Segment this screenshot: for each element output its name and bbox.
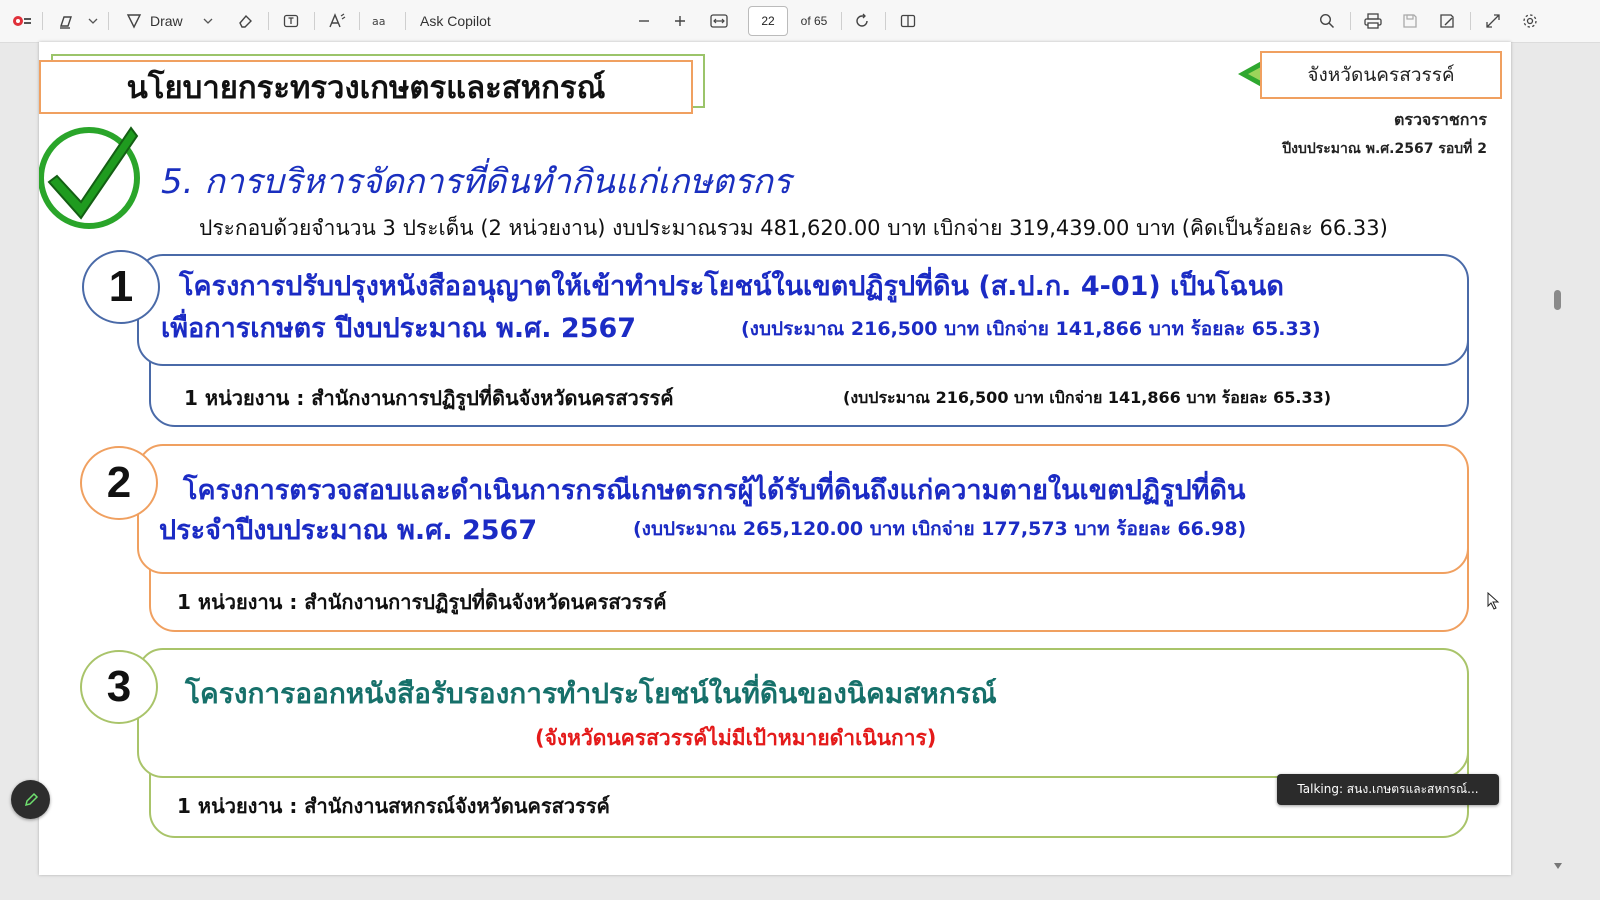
toolbar-divider — [405, 12, 406, 30]
page-number-input[interactable] — [748, 6, 788, 36]
talking-indicator: Talking: สนง.เกษตรและสหกรณ์... — [1277, 774, 1499, 805]
ask-copilot-label: Ask Copilot — [420, 13, 491, 29]
translate-icon[interactable]: aa — [370, 0, 394, 42]
draw-button[interactable]: Draw — [150, 0, 194, 42]
zoom-out-icon[interactable] — [634, 0, 654, 42]
page-total: of 65 — [800, 14, 828, 28]
fit-width-icon[interactable] — [707, 0, 731, 42]
policy-title: นโยบายกระทรวงเกษตรและสหกรณ์ — [126, 70, 606, 106]
scroll-down-arrow-icon[interactable] — [1553, 862, 1563, 870]
rotate-icon[interactable] — [851, 0, 873, 42]
settings-gear-icon[interactable] — [1519, 0, 1541, 42]
eraser-icon[interactable] — [234, 0, 256, 42]
highlight-icon[interactable] — [56, 0, 76, 42]
fiscal-round-label: ปีงบประมาณ พ.ศ.2567 รอบที่ 2 — [1282, 141, 1487, 157]
pen-icon — [24, 792, 38, 806]
annotate-pen-button[interactable] — [11, 780, 50, 819]
toolbar-divider — [268, 12, 269, 30]
section-summary: ประกอบด้วยจำนวน 3 ประเด็น (2 หน่วยงาน) ง… — [199, 216, 1388, 240]
item-1-number: 1 — [82, 250, 160, 324]
save-as-icon[interactable] — [1436, 0, 1458, 42]
zoom-in-icon[interactable] — [670, 0, 690, 42]
inspection-label: ตรวจราชการ — [1393, 110, 1487, 129]
text-size-icon[interactable] — [326, 0, 348, 42]
read-aloud-icon[interactable] — [10, 0, 34, 42]
save-icon[interactable] — [1399, 0, 1421, 42]
policy-title-box: นโยบายกระทรวงเกษตรและสหกรณ์ — [39, 60, 693, 114]
scrollbar-thumb[interactable] — [1554, 290, 1561, 310]
pdf-page: นโยบายกระทรวงเกษตรและสหกรณ์ จังหวัดนครสว… — [39, 42, 1511, 875]
pdf-toolbar: Draw aa Ask Copilot of 65 — [0, 0, 1600, 43]
ask-copilot-button[interactable]: Ask Copilot — [420, 0, 500, 42]
expand-icon[interactable] — [1482, 0, 1504, 42]
item-1-agency: 1 หน่วยงาน : สำนักงานการปฏิรูปที่ดินจังห… — [184, 386, 674, 410]
draw-icon[interactable] — [124, 0, 144, 42]
item-1-title-line1: โครงการปรับปรุงหนังสืออนุญาตให้เข้าทำประ… — [179, 271, 1284, 302]
toolbar-divider — [42, 12, 43, 30]
item-2-title-line2: ประจำปีงบประมาณ พ.ศ. 2567 — [159, 515, 538, 546]
toolbar-divider — [108, 12, 109, 30]
item-2-budget: (งบประมาณ 265,120.00 บาท เบิกจ่าย 177,57… — [633, 518, 1247, 540]
toolbar-divider — [314, 12, 315, 30]
province-label: จังหวัดนครสวรรค์ — [1260, 51, 1502, 99]
item-1-agency-budget: (งบประมาณ 216,500 บาท เบิกจ่าย 141,866 บ… — [843, 388, 1332, 407]
vertical-scrollbar[interactable] — [1552, 42, 1566, 875]
toolbar-divider — [359, 12, 360, 30]
item-3-number: 3 — [80, 650, 158, 724]
item-3-note: (จังหวัดนครสวรรค์ไม่มีเป้าหมายดำเนินการ) — [535, 726, 937, 750]
print-icon[interactable] — [1362, 0, 1384, 42]
page-view-icon[interactable] — [897, 0, 919, 42]
item-1-title-line2: เพื่อการเกษตร ปีงบประมาณ พ.ศ. 2567 — [161, 313, 637, 344]
mouse-cursor-icon — [1487, 592, 1500, 610]
search-icon[interactable] — [1316, 0, 1338, 42]
chevron-down-icon[interactable] — [201, 0, 215, 42]
toolbar-divider — [1470, 12, 1471, 30]
item-3-title: โครงการออกหนังสือรับรองการทำประโยชน์ในที… — [185, 677, 997, 710]
item-3-agency: 1 หน่วยงาน : สำนักงานสหกรณ์จังหวัดนครสวร… — [177, 794, 610, 818]
toolbar-divider — [1350, 12, 1351, 30]
chevron-down-icon[interactable] — [86, 0, 100, 42]
item-2-agency: 1 หน่วยงาน : สำนักงานการปฏิรูปที่ดินจังห… — [177, 590, 667, 614]
svg-text:aa: aa — [372, 15, 385, 28]
item-2-number: 2 — [80, 446, 158, 520]
talking-text: Talking: สนง.เกษตรและสหกรณ์... — [1297, 782, 1479, 796]
province-text: จังหวัดนครสวรรค์ — [1307, 64, 1455, 86]
toolbar-divider — [885, 12, 886, 30]
text-box-icon[interactable] — [280, 0, 302, 42]
checkmark-icon — [39, 126, 140, 229]
toolbar-divider — [841, 12, 842, 30]
item-1-budget: (งบประมาณ 216,500 บาท เบิกจ่าย 141,866 บ… — [741, 318, 1321, 340]
item-2-title-line1: โครงการตรวจสอบและดำเนินการกรณีเกษตรกรผู้… — [183, 475, 1246, 506]
draw-label: Draw — [150, 13, 183, 29]
section-heading: 5. การบริหารจัดการที่ดินทำกินแก่เกษตรกร — [161, 162, 792, 202]
